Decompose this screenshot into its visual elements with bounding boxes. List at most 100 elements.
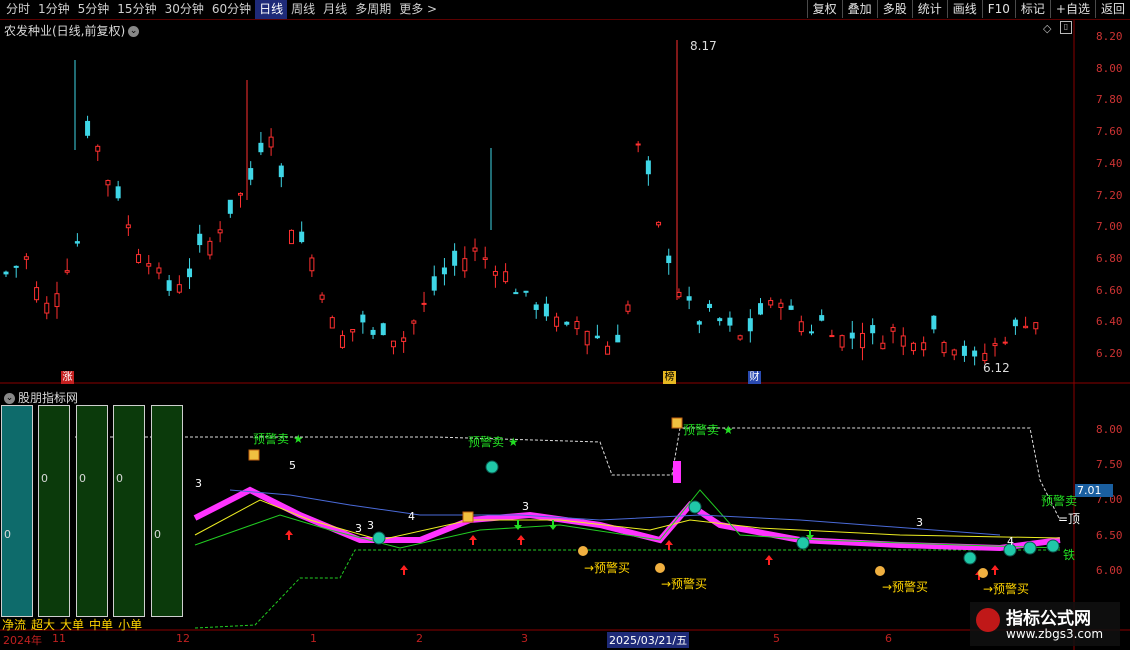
candle-body: [176, 284, 182, 293]
count-label: 3: [522, 500, 529, 513]
candle-body: [268, 136, 274, 148]
buy-signal-3: →预警买: [882, 580, 929, 594]
count-label: 3: [195, 477, 202, 490]
hand-pointer-icon: [578, 546, 588, 556]
candle-body: [921, 342, 927, 351]
candle-body: [768, 300, 774, 306]
date-label: 5: [773, 632, 780, 645]
candle-body: [554, 316, 560, 327]
candle-body: [605, 345, 611, 355]
chevron-down-icon[interactable]: ⌄: [4, 393, 15, 404]
candle-body: [564, 321, 570, 325]
date-label: 6: [885, 632, 892, 645]
candle-body: [594, 335, 600, 339]
finance-mark[interactable]: 财: [748, 371, 761, 384]
candle-body: [972, 350, 978, 357]
candle-body: [941, 341, 947, 354]
low-price-text: 6.12: [983, 361, 1010, 375]
indicator-series: [75, 417, 1061, 629]
candle-body: [452, 250, 458, 266]
sell-circle-icon: [372, 531, 386, 545]
buy-signal-4: →预警买: [983, 582, 1030, 596]
candle-body: [421, 302, 427, 305]
volume-spike: [673, 461, 681, 483]
candle-body: [401, 337, 407, 342]
candle-body: [615, 334, 621, 343]
count-label: 3: [916, 516, 923, 529]
sell-circle-icon: [1023, 541, 1037, 555]
candle-body: [666, 255, 672, 264]
ranking-mark[interactable]: 榜: [663, 371, 676, 384]
date-label: 3: [521, 632, 528, 645]
watermark-url: www.zbgs3.com: [1006, 627, 1104, 641]
candle-body: [1012, 319, 1018, 327]
candle-body: [543, 303, 549, 317]
candle-body: [431, 276, 437, 291]
logo-icon: [976, 608, 1000, 632]
candle-body: [309, 257, 315, 272]
candle-body: [931, 315, 937, 330]
candle-body: [482, 257, 488, 260]
sell-circle-icon: [963, 551, 977, 565]
sell-signal-text: 预警卖: [683, 423, 720, 437]
flow-bar-small: 0: [151, 405, 183, 617]
candle-body: [95, 145, 101, 152]
buy-signal-1: →预警买: [584, 561, 631, 575]
candle-body: [717, 318, 723, 322]
candle-body: [319, 294, 325, 300]
candle-body: [788, 305, 794, 310]
hand-pointer-icon: [875, 566, 885, 576]
price-axis-label: 7.40: [1096, 156, 1123, 170]
flow-label-super: 超大: [31, 618, 56, 632]
candle-body: [3, 271, 9, 275]
count-label: 3: [355, 522, 362, 535]
candle-body: [492, 271, 498, 276]
indicator-title-text: 股朋指标网: [18, 391, 79, 405]
candle-body: [574, 320, 580, 330]
watermark-title: 指标公式网: [1006, 609, 1091, 629]
high-price-label: 8.17: [690, 39, 717, 53]
side-text-top: =顶: [1058, 512, 1081, 526]
limit-up-mark[interactable]: 涨: [61, 371, 74, 384]
sell-signal-2: 预警卖 ★: [468, 433, 519, 450]
warning-flag-icon: [671, 417, 683, 429]
indicator-axis-label: 6.50: [1096, 528, 1123, 542]
candle-body: [656, 221, 662, 226]
candle-body: [197, 233, 203, 246]
candle-body: [115, 186, 121, 199]
buy-signal-2: →预警买: [661, 577, 708, 591]
candle-body: [370, 329, 376, 335]
candle-body: [380, 323, 386, 336]
candle-body: [441, 267, 447, 275]
candle-body: [961, 345, 967, 356]
candlestick-series: [3, 40, 1039, 366]
indicator-axis-label: 8.00: [1096, 423, 1123, 436]
warning-flag-icon: [248, 449, 260, 461]
candle-body: [778, 302, 784, 308]
sell-circle-icon: [485, 460, 499, 474]
candle-body: [360, 314, 366, 323]
star-icon: ★: [722, 423, 734, 437]
sell-signal-text: 预警卖: [253, 432, 290, 446]
candle-body: [533, 304, 539, 310]
candle-body: [1002, 341, 1008, 344]
sell-signal-4: 预警卖: [1041, 492, 1077, 509]
candle-body: [798, 321, 804, 333]
candle-body: [584, 330, 590, 346]
price-axis-label: 6.80: [1096, 251, 1123, 265]
candle-body: [676, 291, 682, 298]
flow-value: 0: [79, 472, 86, 485]
date-label: 2: [416, 632, 423, 645]
candle-body: [686, 296, 692, 301]
low-price-label: 6.12: [983, 361, 1010, 375]
candle-body: [1033, 322, 1039, 330]
candle-body: [900, 335, 906, 347]
flow-label-small: 小单: [118, 618, 143, 632]
candle-body: [136, 254, 142, 263]
diamond-icon[interactable]: ◇: [1043, 22, 1051, 35]
candle-body: [910, 342, 916, 352]
candle-body: [951, 349, 957, 356]
panel-toggle-icon[interactable]: ▯: [1060, 21, 1072, 34]
candle-body: [248, 168, 254, 180]
count-label: 4: [1007, 535, 1014, 548]
